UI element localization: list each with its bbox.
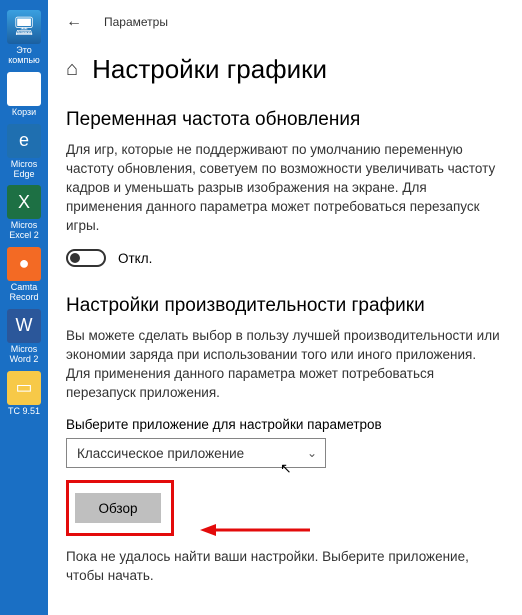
desktop-label: TC 9.51 xyxy=(8,407,40,417)
vrr-section-title: Переменная частота обновления xyxy=(66,109,504,131)
desktop-icon-pc[interactable]: 🖥 Это компью xyxy=(4,10,44,66)
titlebar: ← Параметры xyxy=(66,8,504,36)
vrr-toggle-row: Откл. xyxy=(66,249,504,267)
vrr-toggle-label: Откл. xyxy=(118,251,152,266)
dropdown-value: Классическое приложение xyxy=(77,446,244,461)
app-select-label: Выберите приложение для настройки параме… xyxy=(66,417,504,432)
camtasia-icon: ● xyxy=(7,247,41,281)
excel-icon: X xyxy=(7,185,41,219)
settings-window: ← Параметры ⌂ Настройки графики Переменн… xyxy=(48,0,522,615)
desktop-icon-edge[interactable]: e Micros Edge xyxy=(4,124,44,180)
desktop-label: Micros Word 2 xyxy=(4,345,44,365)
vrr-section-desc: Для игр, которые не поддерживают по умол… xyxy=(66,141,504,235)
chevron-down-icon: ⌄ xyxy=(307,446,317,460)
app-type-dropdown[interactable]: Классическое приложение ⌄ xyxy=(66,438,326,468)
toggle-knob xyxy=(70,253,80,263)
totalcmd-icon: ▭ xyxy=(7,371,41,405)
desktop-icon-tc[interactable]: ▭ TC 9.51 xyxy=(4,371,44,417)
desktop-icon-word[interactable]: W Micros Word 2 xyxy=(4,309,44,365)
browse-button[interactable]: Обзор xyxy=(75,493,161,523)
perf-section-title: Настройки производительности графики xyxy=(66,295,504,317)
perf-status-text: Пока не удалось найти ваши настройки. Вы… xyxy=(66,548,504,586)
desktop-icon-camtasia[interactable]: ● Camta Record xyxy=(4,247,44,303)
app-title: Параметры xyxy=(104,15,168,29)
pc-icon: 🖥 xyxy=(7,10,41,44)
vrr-toggle[interactable] xyxy=(66,249,106,267)
desktop-label: Это компью xyxy=(4,46,44,66)
desktop-icon-excel[interactable]: X Micros Excel 2 xyxy=(4,185,44,241)
desktop-label: Micros Edge xyxy=(4,160,44,180)
desktop-strip: 🖥 Это компью 🗑 Корзи e Micros Edge X Mic… xyxy=(0,0,48,615)
desktop-icon-bin[interactable]: 🗑 Корзи xyxy=(4,72,44,118)
back-button[interactable]: ← xyxy=(66,13,82,31)
page-header: ⌂ Настройки графики xyxy=(66,54,504,85)
desktop-label: Корзи xyxy=(12,108,36,118)
perf-section-desc: Вы можете сделать выбор в пользу лучшей … xyxy=(66,327,504,403)
word-icon: W xyxy=(7,309,41,343)
desktop-label: Camta Record xyxy=(4,283,44,303)
page-title: Настройки графики xyxy=(92,54,327,85)
desktop-label: Micros Excel 2 xyxy=(4,221,44,241)
edge-icon: e xyxy=(7,124,41,158)
annotation-highlight: Обзор xyxy=(66,480,174,536)
home-icon[interactable]: ⌂ xyxy=(66,58,78,81)
recycle-bin-icon: 🗑 xyxy=(7,72,41,106)
